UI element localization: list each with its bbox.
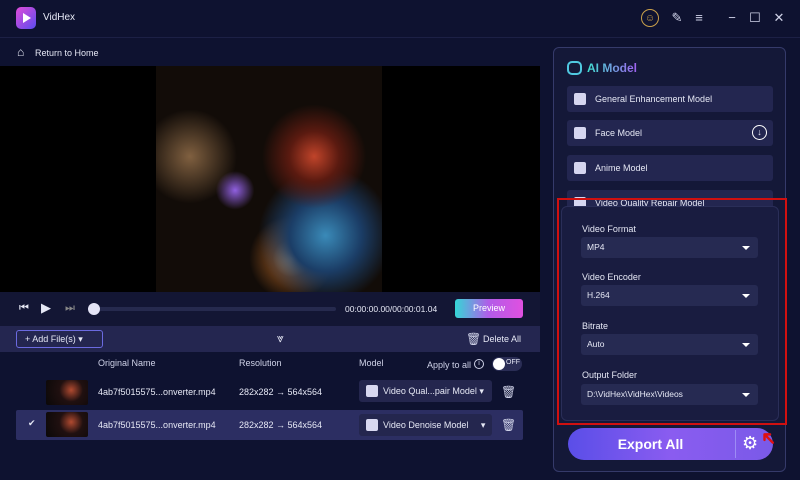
model-select[interactable]: Video Denoise Model ▾ (359, 414, 492, 436)
video-frame (156, 66, 382, 292)
next-frame-icon[interactable]: ⏭ (65, 302, 75, 315)
progress-bar[interactable] (90, 307, 336, 311)
video-model-icon (366, 419, 378, 431)
maximize-icon[interactable]: ☐ (746, 9, 764, 27)
robot-icon (567, 61, 582, 75)
highlight-box (557, 198, 787, 425)
progress-handle[interactable] (88, 303, 100, 315)
skip-start-icon[interactable]: ⏮ (19, 302, 29, 315)
header-original-name: Original Name (98, 358, 156, 368)
account-icon[interactable]: ☺ (641, 9, 659, 27)
model-anime[interactable]: Anime Model (567, 155, 773, 181)
check-icon[interactable]: ✔ (28, 418, 36, 429)
resolution: 282x282 → 564x564 (239, 387, 323, 397)
export-all-label[interactable]: Export All (568, 428, 733, 460)
file-name: 4ab7f5015575...onverter.mp4 (98, 420, 216, 430)
delete-all-button[interactable]: Delete All (483, 334, 521, 344)
model-value: Video Qual...pair Model (383, 386, 477, 396)
video-thumbnail (46, 412, 88, 437)
home-icon[interactable]: ⌂ (17, 45, 24, 59)
vidhex-logo-icon (16, 7, 36, 29)
close-icon[interactable]: ✕ (770, 9, 788, 27)
info-icon[interactable]: i (474, 359, 484, 369)
model-general-enhancement[interactable]: General Enhancement Model (567, 86, 773, 112)
model-label: General Enhancement Model (595, 94, 713, 104)
model-label: Anime Model (595, 163, 648, 173)
menu-icon[interactable]: ≡ (690, 9, 708, 27)
download-icon[interactable]: ↓ (752, 125, 767, 140)
chevron-down-icon: ▾ (75, 334, 83, 344)
add-files-label: Add File(s) (32, 334, 76, 344)
trash-icon[interactable]: 🗑 (501, 418, 516, 432)
time-display: 00:00:00.00/00:00:01.04 (345, 304, 438, 314)
model-label: Face Model (595, 128, 643, 138)
ai-model-title: AI Model (587, 61, 637, 75)
trash-icon[interactable]: 🗑 (501, 385, 516, 399)
header-model: Model (359, 358, 384, 368)
model-select[interactable]: Video Qual...pair Model ▾ (359, 380, 492, 402)
preview-button[interactable]: Preview (455, 299, 523, 318)
return-home-link[interactable]: Return to Home (35, 48, 99, 58)
header-resolution: Resolution (239, 358, 282, 368)
minimize-icon[interactable]: − (723, 9, 741, 27)
export-divider (735, 430, 736, 458)
app-title: VidHex (43, 12, 76, 23)
feedback-icon[interactable]: ✎ (668, 9, 686, 27)
resolution: 282x282 → 564x564 (239, 420, 323, 430)
add-files-button[interactable]: + Add File(s) ▾ (16, 330, 103, 348)
video-model-icon (366, 385, 378, 397)
trash-icon[interactable]: 🗑 (466, 332, 481, 346)
file-name: 4ab7f5015575...onverter.mp4 (98, 387, 216, 397)
model-face[interactable]: Face Model (567, 120, 773, 146)
video-icon (574, 93, 586, 105)
face-icon (574, 127, 586, 139)
model-value: Video Denoise Model (383, 420, 469, 430)
collapse-icon[interactable]: ⩔ (277, 331, 284, 346)
toggle-state: OFF (506, 359, 520, 366)
anime-icon (574, 162, 586, 174)
apply-to-all-toggle[interactable]: OFF (492, 357, 522, 371)
play-icon[interactable]: ▶ (41, 300, 51, 316)
video-thumbnail (46, 380, 88, 405)
apply-to-all-label: Apply to all (427, 360, 472, 370)
